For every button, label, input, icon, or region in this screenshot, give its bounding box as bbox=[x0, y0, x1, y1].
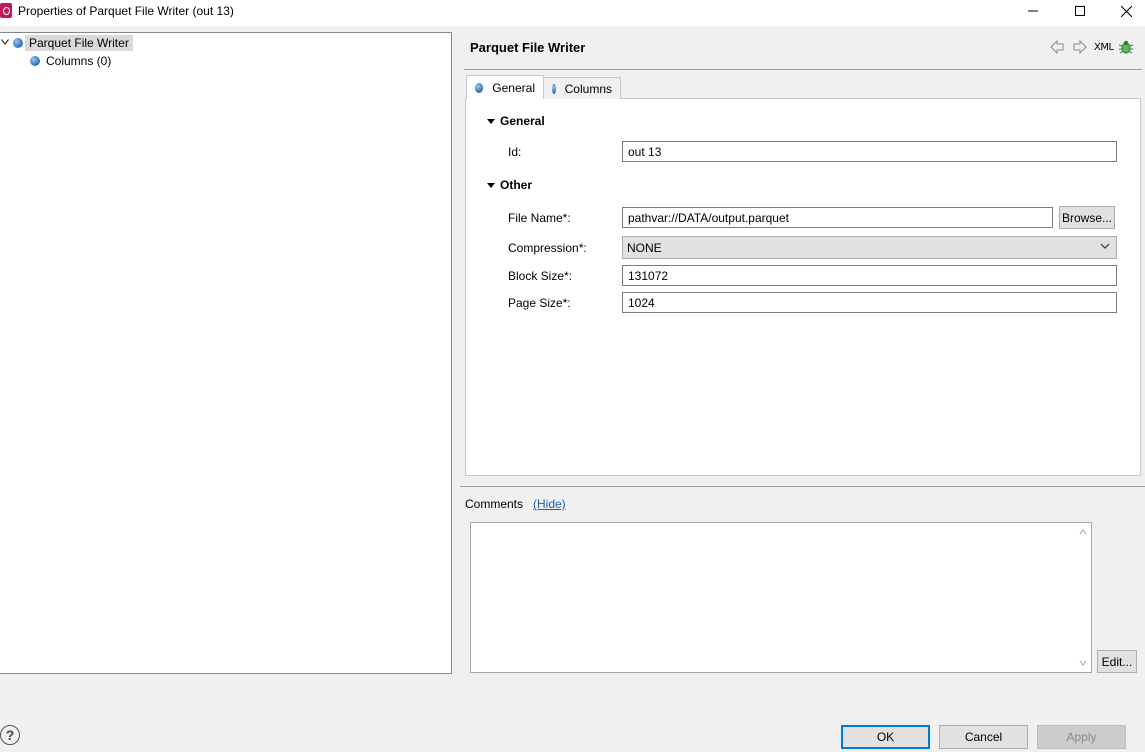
section-title: Other bbox=[500, 178, 533, 192]
close-button[interactable] bbox=[1103, 0, 1145, 22]
window-title: Properties of Parquet File Writer (out 1… bbox=[18, 4, 234, 18]
id-label: Id: bbox=[508, 145, 522, 159]
tree-item-parquet-file-writer[interactable]: Parquet File Writer bbox=[0, 34, 133, 51]
edit-comments-button[interactable]: Edit... bbox=[1097, 650, 1137, 673]
component-tree bbox=[0, 32, 452, 674]
tab-label: General bbox=[492, 80, 535, 95]
app-icon bbox=[0, 3, 12, 18]
node-icon bbox=[30, 55, 40, 66]
node-icon bbox=[13, 37, 23, 48]
title-bar: Properties of Parquet File Writer (out 1… bbox=[0, 0, 1145, 26]
compression-value: NONE bbox=[627, 240, 662, 255]
scroll-up-icon[interactable] bbox=[1079, 528, 1087, 536]
chevron-down-icon[interactable] bbox=[0, 37, 10, 48]
header-divider bbox=[464, 69, 1142, 70]
page-title: Parquet File Writer bbox=[470, 40, 586, 55]
section-title: General bbox=[500, 114, 545, 128]
block-size-label: Block Size*: bbox=[508, 269, 573, 283]
file-name-label: File Name*: bbox=[508, 211, 571, 225]
comments-textarea[interactable] bbox=[470, 522, 1092, 673]
page-size-field[interactable]: 1024 bbox=[622, 292, 1117, 313]
chevron-down-icon bbox=[1100, 243, 1110, 249]
block-size-field[interactable]: 131072 bbox=[622, 265, 1117, 286]
compression-label: Compression*: bbox=[508, 241, 587, 255]
cancel-button[interactable]: Cancel bbox=[939, 725, 1028, 749]
page-size-label: Page Size*: bbox=[508, 296, 571, 310]
back-arrow-icon[interactable] bbox=[1049, 39, 1065, 56]
tab-label: Columns bbox=[564, 81, 612, 96]
comments-label: Comments bbox=[465, 497, 524, 511]
browse-button[interactable]: Browse... bbox=[1059, 206, 1115, 229]
panel-divider bbox=[460, 486, 1145, 487]
tab-icon bbox=[475, 82, 484, 93]
close-icon bbox=[1120, 5, 1132, 17]
tree-item-columns[interactable]: Columns (0) bbox=[30, 52, 111, 69]
scroll-down-icon[interactable] bbox=[1079, 659, 1087, 667]
maximize-icon bbox=[1075, 6, 1085, 16]
xml-icon[interactable]: XML bbox=[1094, 42, 1114, 53]
ok-button[interactable]: OK bbox=[841, 725, 930, 749]
help-icon[interactable]: ? bbox=[0, 725, 20, 745]
forward-arrow-icon[interactable] bbox=[1072, 39, 1088, 56]
bug-icon[interactable] bbox=[1118, 39, 1134, 55]
hide-comments-link[interactable]: (Hide) bbox=[533, 497, 566, 511]
tab-general[interactable]: General bbox=[466, 75, 544, 99]
compression-select[interactable]: NONE bbox=[622, 236, 1117, 259]
section-general-toggle[interactable]: General bbox=[487, 114, 545, 128]
section-other-toggle[interactable]: Other bbox=[487, 178, 532, 192]
apply-button[interactable]: Apply bbox=[1037, 725, 1126, 749]
collapse-triangle-icon bbox=[487, 182, 495, 188]
id-field[interactable]: out 13 bbox=[622, 141, 1117, 162]
tab-columns[interactable]: Columns bbox=[543, 77, 621, 99]
tab-icon bbox=[552, 83, 556, 94]
maximize-button[interactable] bbox=[1057, 0, 1103, 22]
minimize-icon bbox=[1028, 10, 1038, 12]
minimize-button[interactable] bbox=[1010, 0, 1056, 22]
file-name-field[interactable]: pathvar://DATA/output.parquet bbox=[622, 207, 1053, 228]
tree-item-label: Parquet File Writer bbox=[25, 34, 133, 51]
collapse-triangle-icon bbox=[487, 118, 495, 124]
tree-item-label: Columns (0) bbox=[46, 53, 112, 68]
